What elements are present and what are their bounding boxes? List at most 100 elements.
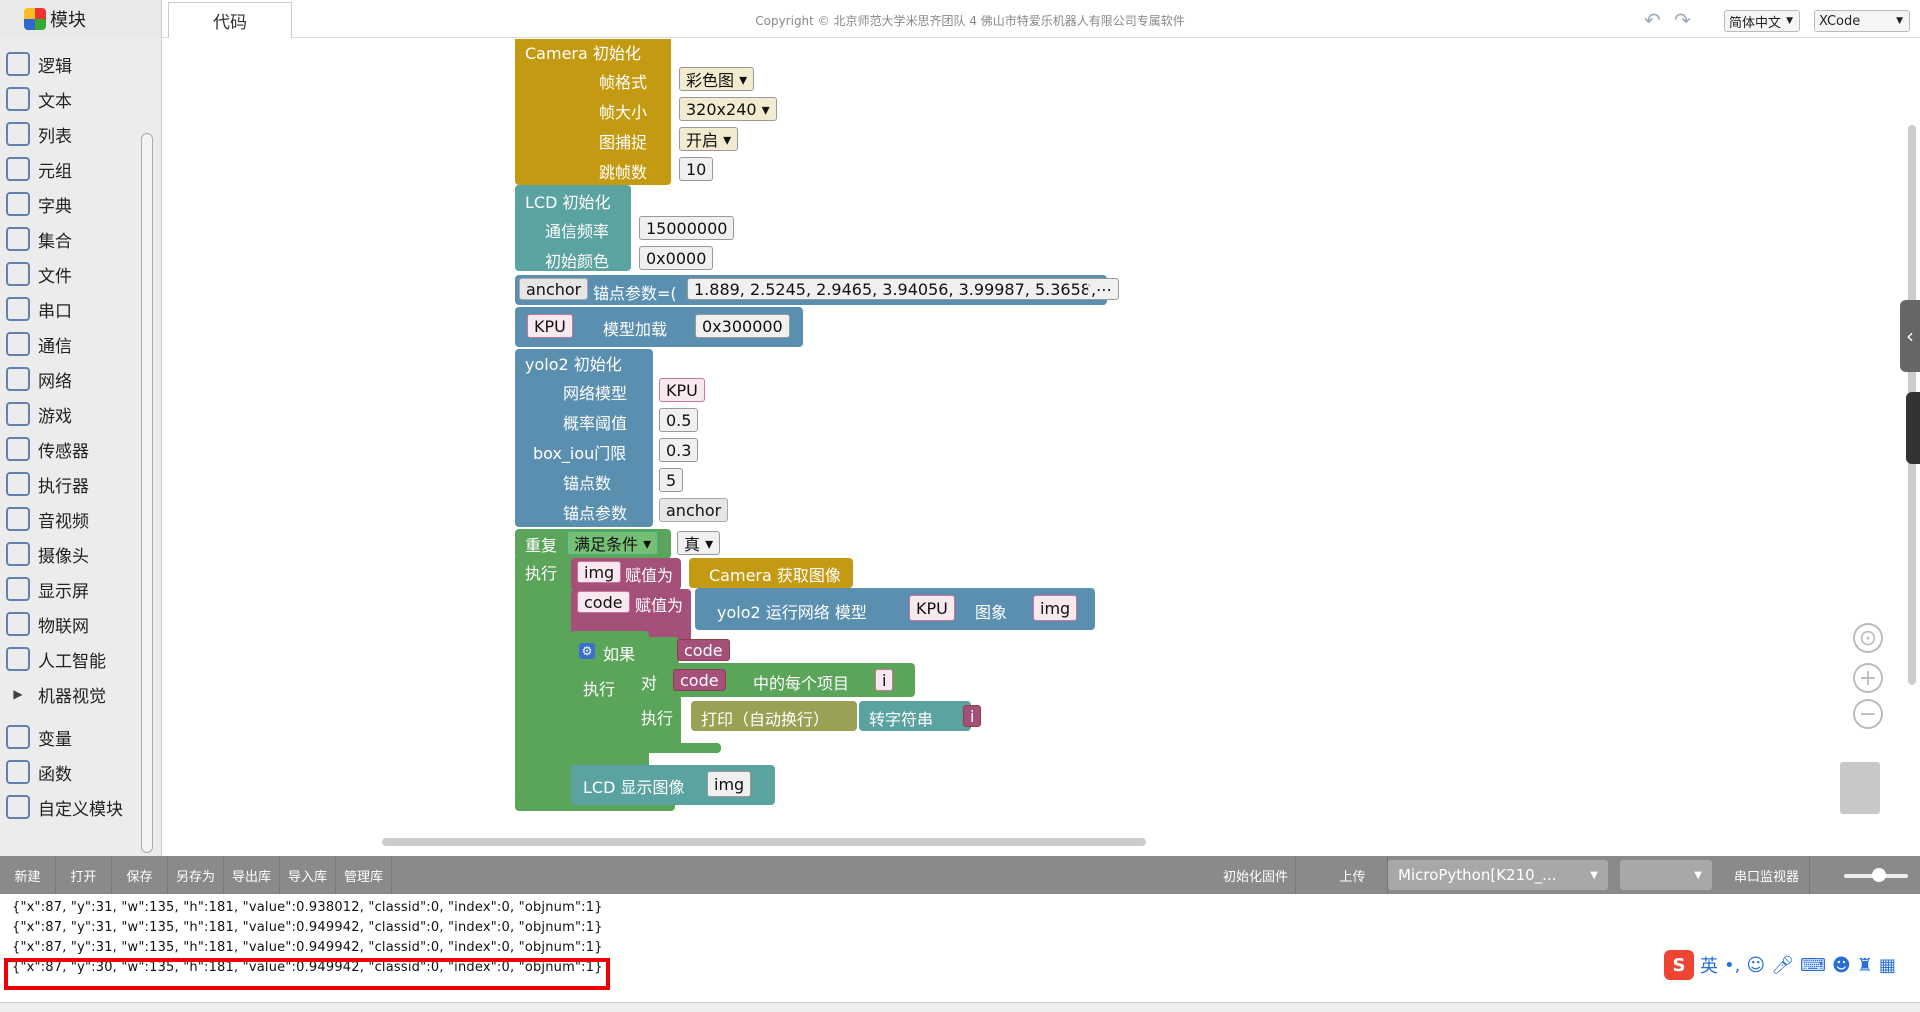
sidebar-item[interactable]: 集合	[0, 223, 140, 255]
freq-input[interactable]: 15000000	[639, 216, 735, 240]
frame-size-dropdown[interactable]: 320x240 ▾	[679, 97, 777, 121]
shirt-icon[interactable]: ♜	[1857, 955, 1873, 976]
sidebar-item[interactable]: 逻辑	[0, 48, 140, 80]
yolo-run-label: yolo2 运行网络 模型	[717, 603, 867, 622]
sidebar-item[interactable]: 字典	[0, 188, 140, 220]
sidebar-item[interactable]: 摄像头	[0, 538, 140, 570]
sidebar-item[interactable]: 网络	[0, 363, 140, 395]
if-cond[interactable]: code	[677, 639, 730, 661]
sidebar-item[interactable]: ▶ 机器视觉	[0, 678, 140, 710]
sogou-logo-icon[interactable]: S	[1664, 950, 1694, 980]
user-icon[interactable]: ☻	[1832, 955, 1851, 976]
trash-icon[interactable]	[1840, 762, 1880, 814]
lcd-img-input[interactable]: img	[707, 771, 752, 797]
toolbar-button[interactable]: 打开	[56, 856, 112, 894]
tab-modules[interactable]: 模块	[0, 0, 162, 38]
sidebar-item[interactable]: 变量	[0, 721, 140, 753]
zoom-in-icon[interactable]: +	[1853, 663, 1883, 693]
assign-label-2: 赋值为	[635, 596, 684, 615]
repeat-label: 重复	[525, 536, 558, 555]
sidebar-item[interactable]: 函数	[0, 756, 140, 788]
skip-input[interactable]: 10	[679, 157, 714, 181]
toolbar-button[interactable]: 导出库	[224, 856, 280, 894]
sidebar-item[interactable]: 通信	[0, 328, 140, 360]
zoom-slider-handle[interactable]	[1872, 868, 1886, 882]
port-select[interactable]: ▼	[1620, 860, 1712, 890]
frame-size-label: 帧大小	[599, 103, 648, 122]
toolbar-button[interactable]: 另存为	[168, 856, 224, 894]
board-select[interactable]: MicroPython[K210_... ▼	[1388, 860, 1608, 890]
undo-icon[interactable]: ↶	[1644, 8, 1661, 32]
sidebar-item-label: 函数	[38, 764, 72, 785]
capture-dropdown[interactable]: 开启 ▾	[679, 127, 739, 151]
toolbar-button[interactable]: 导入库	[280, 856, 336, 894]
sidebar-item[interactable]: 物联网	[0, 608, 140, 640]
sidebar-item-label: 人工智能	[38, 651, 106, 672]
mic-icon[interactable]: 🎤︎	[1771, 955, 1794, 976]
sidebar-item[interactable]: 串口	[0, 293, 140, 325]
collapse-panel-icon[interactable]: ‹	[1900, 300, 1920, 372]
sidebar-item[interactable]: 元组	[0, 153, 140, 185]
grid-icon[interactable]: ▦	[1879, 955, 1896, 976]
workspace-hscrollbar[interactable]	[382, 838, 1146, 846]
block-workspace[interactable]: Camera 初始化 帧格式 彩色图 ▾ 帧大小 320x240 ▾ 图捕捉 开…	[163, 39, 1920, 855]
color-input[interactable]: 0x0000	[639, 246, 714, 270]
anchor-var[interactable]: anchor	[519, 278, 589, 300]
anchor-param-input[interactable]: anchor	[659, 498, 729, 522]
tab-code[interactable]: 代码	[168, 2, 292, 38]
lcd-init-label: LCD 初始化	[525, 193, 611, 212]
net-model-input[interactable]: KPU	[659, 378, 705, 402]
camera-init-label: Camera 初始化	[525, 44, 641, 63]
sidebar-item[interactable]: 执行器	[0, 468, 140, 500]
repeat-cond-dropdown[interactable]: 真 ▾	[677, 531, 721, 555]
sidebar-item[interactable]: 显示屏	[0, 573, 140, 605]
sidebar-item[interactable]: 文本	[0, 83, 140, 115]
code-var[interactable]: code	[577, 591, 630, 613]
toolbar-button[interactable]: 新建	[0, 856, 56, 894]
yolo-img-input[interactable]: img	[1033, 595, 1078, 621]
zoom-out-icon[interactable]: −	[1853, 699, 1883, 729]
sidebar-item[interactable]: 文件	[0, 258, 140, 290]
upload-button[interactable]: 上传	[1318, 856, 1388, 894]
sidebar-item[interactable]: 游戏	[0, 398, 140, 430]
sidebar-item-label: 逻辑	[38, 56, 72, 77]
top-bar: 模块 代码 Copyright © 北京师范大学米思齐团队 4 佛山市特爱乐机器…	[0, 0, 1920, 38]
serial-monitor-button[interactable]: 串口监视器	[1724, 856, 1810, 894]
init-firmware-button[interactable]: 初始化固件	[1216, 856, 1296, 894]
model-load-input[interactable]: 0x300000	[695, 314, 790, 338]
for-var[interactable]: i	[875, 669, 894, 691]
chevron-down-icon: ▼	[1786, 16, 1793, 26]
network-icon	[6, 367, 30, 391]
if-label: 如果	[603, 645, 636, 664]
kpu-var[interactable]: KPU	[527, 314, 573, 338]
iou-input[interactable]: 0.3	[659, 438, 699, 462]
ime-lang[interactable]: 英	[1700, 952, 1718, 978]
frame-format-dropdown[interactable]: 彩色图 ▾	[679, 67, 755, 91]
toolbar-button[interactable]: 保存	[112, 856, 168, 894]
gear-icon[interactable]: ⚙	[579, 643, 595, 659]
theme-select[interactable]: XCode ▼	[1814, 10, 1910, 32]
for-list[interactable]: code	[673, 669, 726, 691]
ime-toolbar[interactable]: S 英 •, ☺ 🎤︎ ⌨ ☻ ♜ ▦	[1664, 948, 1920, 982]
emoji-icon[interactable]: ☺	[1746, 955, 1765, 976]
sidebar-item[interactable]: 自定义模块	[0, 791, 140, 823]
keyboard-icon[interactable]: ⌨	[1800, 955, 1826, 976]
sidebar-item[interactable]: 人工智能	[0, 643, 140, 675]
sidebar-item[interactable]: 音视频	[0, 503, 140, 535]
repeat-mode-dropdown[interactable]: 满足条件 ▾	[567, 531, 659, 555]
tostr-var[interactable]: i	[963, 705, 982, 727]
recenter-icon[interactable]: ⊙	[1853, 623, 1883, 653]
punct-icon[interactable]: •,	[1724, 955, 1740, 976]
prob-input[interactable]: 0.5	[659, 408, 699, 432]
sidebar-scrollbar[interactable]	[141, 133, 153, 853]
redo-icon[interactable]: ↷	[1674, 8, 1691, 32]
anchor-num-input[interactable]: 5	[659, 468, 684, 492]
yolo-kpu-input[interactable]: KPU	[909, 595, 955, 621]
img-var[interactable]: img	[577, 561, 622, 583]
sidebar-item[interactable]: 列表	[0, 118, 140, 150]
language-select[interactable]: 简体中文 ▼	[1724, 10, 1800, 32]
anchor-values[interactable]: 1.889, 2.5245, 2.9465, 3.94056, 3.99987,…	[687, 278, 1120, 300]
sidebar-item[interactable]: 传感器	[0, 433, 140, 465]
side-panel-handle[interactable]	[1906, 392, 1920, 464]
toolbar-button[interactable]: 管理库	[336, 856, 392, 894]
